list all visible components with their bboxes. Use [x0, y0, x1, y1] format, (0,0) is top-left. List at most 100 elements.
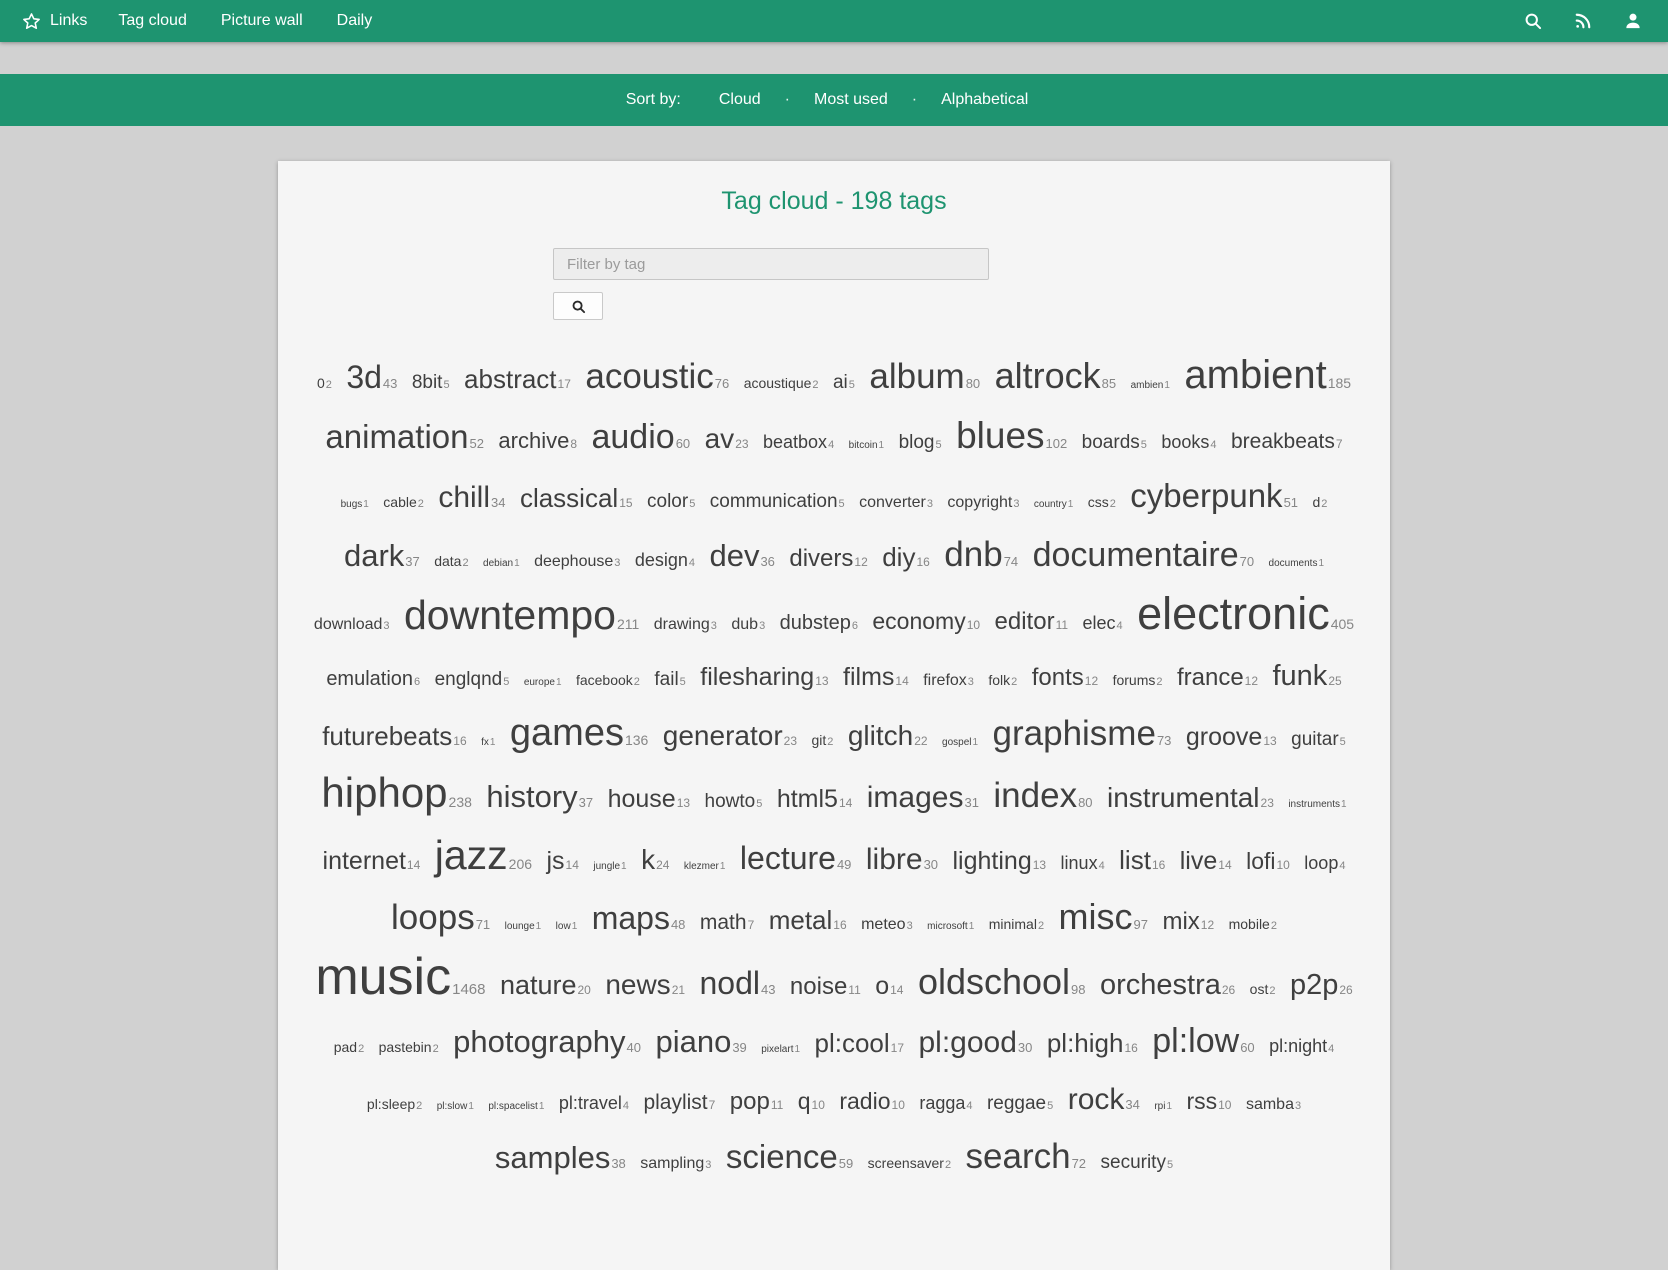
tag-link[interactable]: pl:travel4: [559, 1093, 629, 1113]
tag-link[interactable]: beatbox4: [763, 432, 834, 452]
tag-link[interactable]: samba3: [1246, 1096, 1301, 1113]
tag-link[interactable]: live14: [1180, 847, 1232, 875]
tag-link[interactable]: pl:spacelist1: [488, 1101, 544, 1112]
sort-option-cloud[interactable]: Cloud: [719, 91, 761, 109]
tag-link[interactable]: list16: [1119, 845, 1165, 875]
tag-link[interactable]: fx1: [481, 737, 495, 748]
tag-link[interactable]: audio60: [591, 418, 690, 456]
tag-link[interactable]: debian1: [483, 558, 520, 569]
tag-link[interactable]: guitar5: [1291, 729, 1346, 750]
tag-link[interactable]: 3d43: [346, 359, 397, 395]
tag-link[interactable]: folk2: [988, 672, 1017, 688]
brand-link[interactable]: Links: [14, 0, 101, 42]
sort-option-most-used[interactable]: Most used: [814, 91, 888, 109]
tag-link[interactable]: q10: [798, 1088, 825, 1114]
tag-link[interactable]: lofi10: [1246, 848, 1290, 874]
tag-link[interactable]: diy16: [882, 542, 930, 572]
tag-link[interactable]: libre30: [866, 843, 938, 876]
tag-link[interactable]: dark37: [344, 538, 420, 573]
tag-link[interactable]: loops71: [391, 898, 490, 937]
tag-link[interactable]: meteo3: [861, 916, 913, 933]
tag-link[interactable]: groove13: [1186, 723, 1277, 751]
nav-item-tag-cloud[interactable]: Tag cloud: [101, 0, 204, 42]
tag-link[interactable]: screensaver2: [868, 1155, 951, 1171]
tag-link[interactable]: howto5: [705, 791, 763, 812]
tag-link[interactable]: fonts12: [1032, 664, 1098, 691]
tag-link[interactable]: cable2: [383, 494, 424, 510]
tag-link[interactable]: books4: [1161, 432, 1216, 452]
tag-link[interactable]: bitcoin1: [849, 440, 884, 451]
tag-link[interactable]: divers12: [789, 545, 867, 572]
tag-link[interactable]: klezmer1: [684, 861, 726, 872]
tag-link[interactable]: copyright3: [947, 494, 1019, 511]
tag-link[interactable]: blog5: [899, 432, 942, 453]
tag-link[interactable]: classical15: [520, 483, 633, 513]
tag-link[interactable]: images31: [867, 781, 979, 814]
tag-link[interactable]: animation52: [325, 418, 484, 455]
tag-link[interactable]: converter3: [859, 494, 933, 511]
tag-link[interactable]: documentaire70: [1033, 536, 1254, 574]
tag-filter-input[interactable]: [553, 248, 989, 280]
sort-option-alphabetical[interactable]: Alphabetical: [941, 91, 1028, 109]
tag-link[interactable]: maps48: [592, 900, 686, 936]
tag-link[interactable]: boards5: [1082, 432, 1147, 453]
tag-link[interactable]: ai5: [833, 372, 855, 393]
tag-link[interactable]: glitch22: [848, 720, 928, 751]
tag-link[interactable]: o14: [875, 972, 903, 1000]
tag-link[interactable]: elec4: [1083, 613, 1123, 633]
tag-link[interactable]: music1468: [315, 948, 485, 1006]
tag-link[interactable]: deephouse3: [534, 553, 620, 570]
tag-link[interactable]: acoustic76: [585, 357, 729, 396]
tag-link[interactable]: album80: [869, 357, 980, 396]
tag-link[interactable]: color5: [647, 491, 695, 512]
tag-link[interactable]: nodl43: [700, 965, 776, 1001]
tag-link[interactable]: history37: [486, 779, 593, 814]
tag-link[interactable]: misc97: [1059, 896, 1148, 937]
tag-link[interactable]: js14: [546, 847, 578, 875]
tag-link[interactable]: pl:night4: [1269, 1036, 1334, 1056]
tag-link[interactable]: pixelart1: [761, 1044, 800, 1055]
tag-link[interactable]: math7: [700, 911, 754, 934]
tag-link[interactable]: minimal2: [989, 916, 1044, 932]
tag-link[interactable]: download3: [314, 616, 390, 633]
tag-link[interactable]: country1: [1034, 499, 1073, 510]
tag-link[interactable]: linux4: [1061, 853, 1105, 873]
search-icon[interactable]: [1516, 4, 1550, 38]
tag-link[interactable]: editor11: [995, 608, 1069, 635]
tag-link[interactable]: downtempo211: [404, 592, 639, 638]
tag-link[interactable]: reggae5: [987, 1093, 1053, 1114]
tag-link[interactable]: sampling3: [640, 1155, 711, 1172]
tag-link[interactable]: archive8: [498, 428, 577, 453]
tag-link[interactable]: ragga4: [919, 1093, 972, 1113]
tag-link[interactable]: css2: [1088, 494, 1116, 510]
tag-link[interactable]: economy10: [872, 608, 980, 634]
tag-link[interactable]: piano39: [655, 1024, 746, 1059]
tag-link[interactable]: gospel1: [942, 737, 978, 748]
tag-link[interactable]: oldschool98: [918, 961, 1086, 1002]
tag-link[interactable]: pastebin2: [379, 1039, 439, 1055]
tag-link[interactable]: rock34: [1068, 1083, 1140, 1116]
tag-link[interactable]: pl:high16: [1047, 1028, 1138, 1058]
tag-link[interactable]: p2p26: [1290, 969, 1353, 1001]
tag-link[interactable]: internet14: [323, 847, 421, 875]
tag-link[interactable]: pl:slow1: [437, 1101, 474, 1112]
tag-link[interactable]: cyberpunk51: [1130, 477, 1298, 514]
tag-link[interactable]: generator23: [663, 720, 797, 751]
tag-link[interactable]: lighting13: [953, 847, 1047, 875]
tag-link[interactable]: index80: [993, 776, 1092, 815]
tag-link[interactable]: radio10: [839, 1088, 905, 1114]
user-icon[interactable]: [1616, 4, 1650, 38]
tag-link[interactable]: hiphop238: [321, 769, 471, 816]
tag-link[interactable]: pop11: [730, 1088, 784, 1115]
nav-item-daily[interactable]: Daily: [320, 0, 390, 42]
tag-link[interactable]: noise11: [790, 973, 861, 1000]
tag-link[interactable]: electronic405: [1137, 588, 1354, 639]
tag-link[interactable]: games136: [510, 712, 648, 754]
tag-link[interactable]: search72: [966, 1137, 1087, 1176]
tag-link[interactable]: jazz206: [435, 832, 532, 878]
tag-link[interactable]: k24: [641, 844, 669, 875]
tag-link[interactable]: pl:cool17: [815, 1028, 905, 1058]
tag-link[interactable]: breakbeats7: [1231, 430, 1343, 453]
tag-link[interactable]: dub3: [731, 616, 765, 633]
tag-link[interactable]: science59: [726, 1138, 853, 1175]
